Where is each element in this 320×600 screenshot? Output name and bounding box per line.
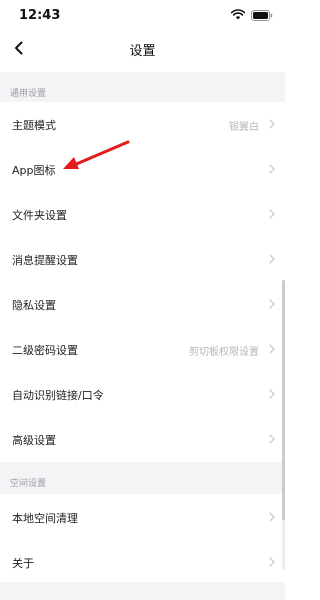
row-label: 隐私设置 bbox=[12, 299, 56, 312]
status-bar: 12:43 bbox=[0, 0, 285, 30]
chevron-right-icon bbox=[269, 119, 275, 129]
chevron-right-icon bbox=[269, 254, 275, 264]
scrollbar-thumb[interactable] bbox=[282, 280, 285, 520]
row-label: 高级设置 bbox=[12, 434, 56, 447]
battery-icon bbox=[251, 10, 273, 21]
chevron-right-icon bbox=[269, 164, 275, 174]
chevron-right-icon bbox=[269, 389, 275, 399]
row-label: 自动识别链接/口令 bbox=[12, 389, 104, 402]
settings-row-about[interactable]: 关于 bbox=[0, 540, 285, 585]
section-header-space: 空间设置 bbox=[0, 462, 285, 494]
row-label: App图标 bbox=[12, 164, 56, 177]
chevron-right-icon bbox=[269, 557, 275, 567]
settings-row-secondary-password[interactable]: 二级密码设置 剪切板权限设置 bbox=[0, 327, 285, 372]
row-label: 本地空间清理 bbox=[12, 512, 78, 525]
page-title: 设置 bbox=[129, 44, 156, 59]
settings-row-theme-mode[interactable]: 主题模式 银翼白 bbox=[0, 102, 285, 147]
nav-bar: 设置 bbox=[0, 30, 285, 68]
chevron-right-icon bbox=[269, 434, 275, 444]
row-label: 二级密码设置 bbox=[12, 344, 78, 357]
settings-row-advanced[interactable]: 高级设置 bbox=[0, 417, 285, 462]
bottom-section-strip bbox=[0, 582, 285, 600]
row-label: 主题模式 bbox=[12, 119, 56, 132]
row-label: 消息提醒设置 bbox=[12, 254, 78, 267]
row-value: 剪切板权限设置 bbox=[189, 347, 259, 358]
row-label: 文件夹设置 bbox=[12, 209, 67, 222]
settings-row-app-icon[interactable]: App图标 bbox=[0, 147, 285, 192]
scrollbar[interactable] bbox=[282, 280, 285, 570]
chevron-right-icon bbox=[269, 512, 275, 522]
chevron-right-icon bbox=[269, 299, 275, 309]
chevron-right-icon bbox=[269, 344, 275, 354]
settings-row-local-space-cleanup[interactable]: 本地空间清理 bbox=[0, 495, 285, 540]
section-header-label: 通用设置 bbox=[10, 89, 47, 99]
section-header-label: 空间设置 bbox=[10, 479, 47, 489]
row-value: 银翼白 bbox=[229, 122, 259, 133]
settings-row-notifications[interactable]: 消息提醒设置 bbox=[0, 237, 285, 282]
row-label: 关于 bbox=[12, 557, 34, 570]
annotation-arrow-icon bbox=[63, 140, 130, 169]
chevron-right-icon bbox=[269, 209, 275, 219]
section-header-general: 通用设置 bbox=[0, 72, 285, 104]
settings-screen: 12:43 设置 通用设置 主题模式 银翼白 App图标 文件夹设置 消息提醒设… bbox=[0, 0, 285, 600]
settings-row-auto-detect-link[interactable]: 自动识别链接/口令 bbox=[0, 372, 285, 417]
wifi-icon bbox=[231, 9, 245, 20]
settings-row-folder[interactable]: 文件夹设置 bbox=[0, 192, 285, 237]
settings-row-privacy[interactable]: 隐私设置 bbox=[0, 282, 285, 327]
status-time: 12:43 bbox=[19, 8, 61, 23]
